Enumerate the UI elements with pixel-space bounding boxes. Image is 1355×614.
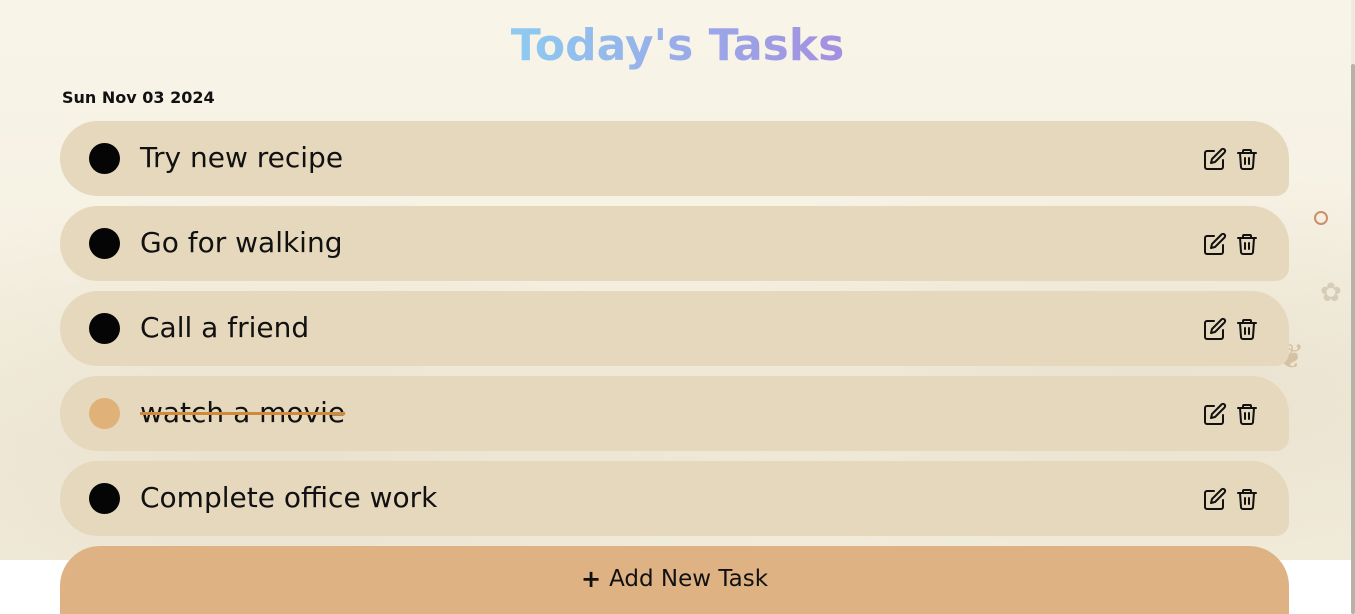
status-dot-icon[interactable] (89, 398, 120, 429)
status-dot-icon[interactable] (89, 483, 120, 514)
task-item: Go for walking (60, 206, 1289, 281)
task-label: Complete office work (140, 481, 438, 514)
task-item-completed: watch a movie (60, 376, 1289, 451)
edit-icon[interactable] (1203, 232, 1227, 256)
plus-icon: + (580, 565, 602, 593)
flower-decoration-icon: ✿ (1320, 278, 1342, 308)
scrollbar[interactable] (1351, 0, 1355, 614)
edit-icon[interactable] (1203, 317, 1227, 341)
edit-icon[interactable] (1203, 487, 1227, 511)
status-dot-icon[interactable] (89, 228, 120, 259)
edit-icon[interactable] (1203, 147, 1227, 171)
add-new-task-label: Add New Task (609, 566, 769, 592)
task-item: Try new recipe (60, 121, 1289, 196)
page-title: Today's Tasks (0, 16, 1355, 76)
task-label: watch a movie (140, 396, 346, 429)
trash-icon[interactable] (1235, 317, 1259, 341)
status-dot-icon[interactable] (89, 313, 120, 344)
status-dot-icon[interactable] (89, 143, 120, 174)
current-date: Sun Nov 03 2024 (62, 88, 215, 107)
trash-icon[interactable] (1235, 487, 1259, 511)
page: ✿ ❦ Today's Tasks Sun Nov 03 2024 Try ne… (0, 0, 1355, 614)
page-title-text: Today's Tasks (510, 20, 845, 71)
task-label: Call a friend (140, 311, 310, 344)
task-item: Call a friend (60, 291, 1289, 366)
trash-icon[interactable] (1235, 232, 1259, 256)
scrollbar-thumb[interactable] (1351, 64, 1355, 614)
add-new-task-button[interactable]: + Add New Task (60, 546, 1289, 614)
ring-decoration (1314, 211, 1328, 225)
trash-icon[interactable] (1235, 147, 1259, 171)
task-label: Try new recipe (140, 141, 344, 174)
trash-icon[interactable] (1235, 402, 1259, 426)
edit-icon[interactable] (1203, 402, 1227, 426)
task-list: Try new recipe Go for walking Call a fri… (60, 121, 1289, 546)
task-item: Complete office work (60, 461, 1289, 536)
task-label: Go for walking (140, 226, 343, 259)
